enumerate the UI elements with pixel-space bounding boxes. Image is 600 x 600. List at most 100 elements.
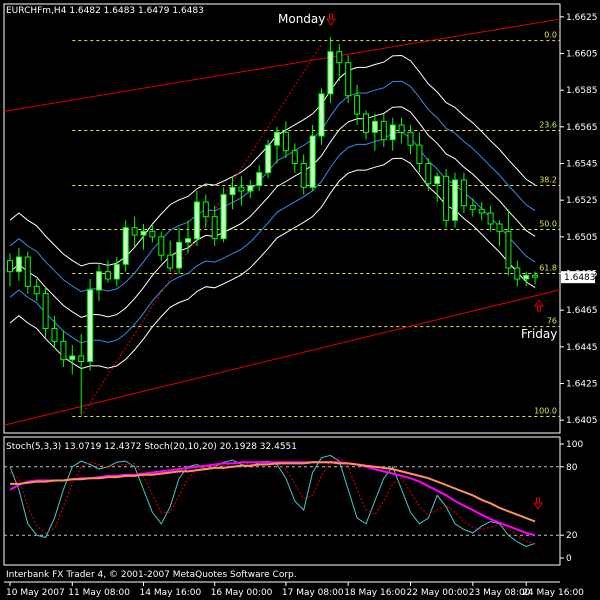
fibonacci-levels: 0.0 23.6 38.2 50.0 61.8 76 100.0 [72, 31, 560, 417]
price-tick-label: 1.6405 [566, 416, 598, 426]
price-tick-label: 1.6585 [566, 86, 598, 96]
candle-body [229, 186, 236, 196]
time-tick-label: 14 May 16:00 [140, 588, 202, 598]
candle-body [398, 124, 405, 133]
price-tick-label: 1.6525 [566, 196, 598, 206]
retracement-trendline [80, 44, 322, 417]
time-tick-label: 24 May 16:00 [522, 588, 584, 598]
candle-body [7, 260, 13, 273]
candle-body [15, 256, 22, 273]
candle-body [532, 274, 539, 278]
time-tick-label: 22 May 00:00 [407, 588, 469, 598]
fibonacci-level-label: 38.2 [539, 176, 557, 185]
ohlc-values: 1.6482 1.6483 1.6479 1.6483 [69, 6, 204, 16]
candle-body [158, 236, 165, 256]
candle-body [104, 271, 111, 280]
candle-body [87, 289, 94, 362]
fibonacci-level-label: 0.0 [544, 31, 557, 40]
candle-body [336, 51, 343, 64]
copyright-text: Interbank FX Trader 4, © 2001-2007 MetaQ… [6, 570, 297, 580]
candle-body [274, 131, 280, 146]
symbol-label: EURCHFm,H4 [6, 6, 67, 16]
candle-body [416, 144, 423, 165]
candle-body [96, 271, 102, 291]
candle-body [256, 172, 263, 187]
fibonacci-level-label: 100.0 [534, 407, 557, 416]
time-tick-label: 18 May 16:00 [344, 588, 406, 598]
stochastic-lines [9, 454, 536, 548]
time-tick-label: 10 May 2007 [6, 588, 65, 598]
candle-body [469, 205, 476, 210]
candle-body [176, 241, 183, 269]
candle-body [238, 186, 245, 192]
time-tick-label: 16 May 00:00 [211, 588, 273, 598]
candle-body [354, 95, 361, 115]
candle-body [505, 230, 512, 269]
time-tick-label: 11 May 08:00 [68, 588, 130, 598]
candle-body [51, 328, 58, 342]
candle-body [60, 340, 67, 361]
candle-body [140, 230, 147, 236]
price-tick-label: 1.6565 [566, 123, 598, 133]
candle-body [425, 163, 432, 185]
candle-body [78, 355, 85, 362]
candle-body [69, 355, 76, 361]
stochastic-axis: 100 80 20 0 [4, 440, 583, 564]
monday-annotation: Monday [278, 12, 326, 26]
price-tick-label: 1.6445 [566, 343, 598, 353]
candle-body [149, 230, 156, 238]
candle-body [380, 120, 387, 141]
upper-outer-band [9, 54, 536, 267]
fibonacci-level-label: 50.0 [539, 220, 557, 229]
candle-body [478, 208, 485, 214]
candle-body [300, 163, 307, 188]
price-tick-label: 1.6605 [566, 50, 598, 60]
candle-body [282, 131, 289, 152]
candle-body [247, 185, 254, 192]
price-tick-label: 1.6425 [566, 380, 598, 390]
main-panel-border [3, 3, 561, 434]
candle-body [291, 150, 298, 165]
price-tick-label: 1.6505 [566, 233, 598, 243]
chart-canvas: 1.6625 1.6605 1.6585 1.6565 1.6545 1.6525 1.65… [3, 3, 598, 598]
candle-body [185, 238, 191, 243]
stoch-slow-signal-line [10, 461, 536, 523]
candle-body [345, 62, 352, 97]
stochastic-header: Stoch(5,3,3) 13.0719 12.4372 Stoch(20,10… [6, 442, 297, 452]
stochastic-tick-label: 100 [566, 440, 583, 450]
candle-body [202, 201, 209, 218]
candle-body [318, 93, 325, 137]
stochastic-panel-border [3, 436, 561, 566]
candle-body [24, 256, 31, 287]
candle-body [309, 135, 316, 188]
candle-body [327, 51, 334, 95]
price-tick-label: 1.6545 [566, 160, 598, 170]
stochastic-down-arrow [533, 497, 543, 510]
monday-down-arrow [326, 13, 336, 26]
candle-body [434, 175, 441, 185]
price-tick-label: 1.6465 [566, 306, 598, 316]
candle-body [460, 179, 467, 207]
candle-body [42, 293, 49, 329]
current-price-label: 1.6483 [564, 273, 596, 283]
price-axis: 1.6625 1.6605 1.6585 1.6565 1.6545 1.6525 1.65… [560, 13, 598, 426]
trend-lines [3, 18, 561, 426]
candle-body [496, 223, 503, 232]
candle-body [407, 131, 414, 146]
candle-body [113, 263, 120, 280]
candle-body [131, 227, 138, 236]
candle-body [265, 144, 272, 174]
candle-body [220, 194, 227, 240]
time-axis: 10 May 2007 11 May 08:00 14 May 16:00 16 Ma… [6, 582, 584, 598]
chart-header: EURCHFm,H4 1.6482 1.6483 1.6479 1.6483 [6, 6, 204, 16]
candles [7, 37, 539, 415]
candle-body [452, 179, 458, 221]
candle-body [514, 267, 521, 280]
stochastic-tick-label: 80 [566, 463, 578, 473]
price-tick-label: 1.6625 [566, 13, 598, 23]
candle-body [443, 175, 450, 221]
candle-body [487, 212, 494, 225]
candle-body [122, 227, 129, 265]
stochastic-tick-label: 20 [566, 531, 578, 541]
candle-body [371, 120, 378, 133]
